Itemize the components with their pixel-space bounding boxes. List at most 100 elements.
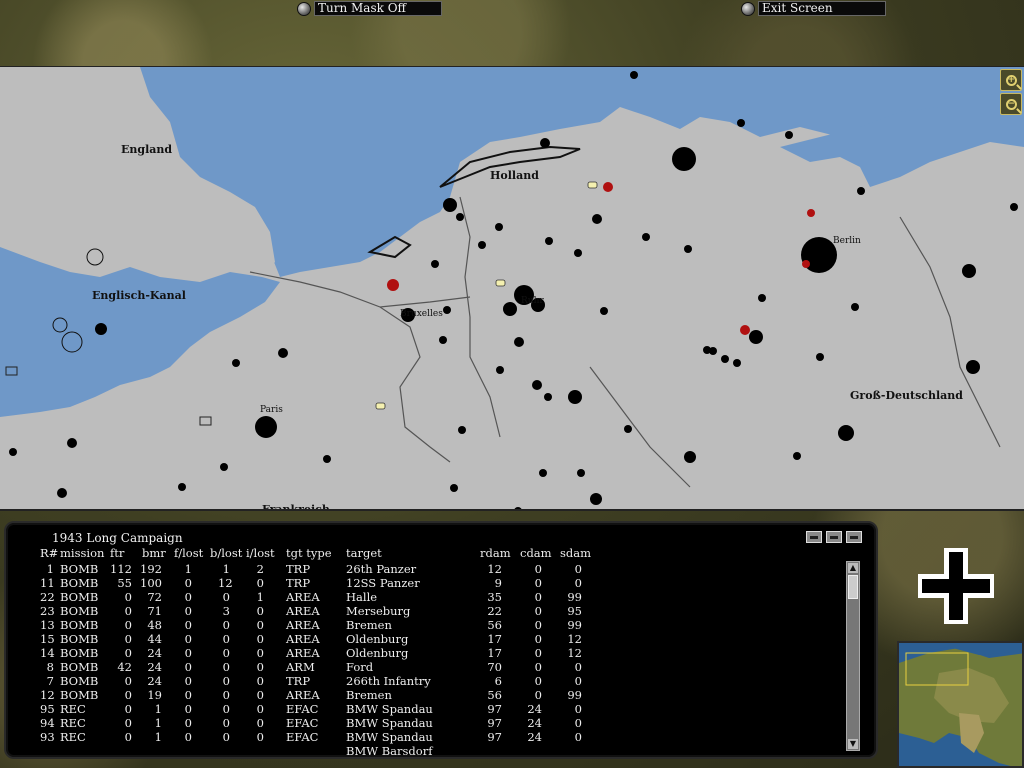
cell-ftr: 0 [124,604,132,618]
cell-flost: 0 [184,576,192,590]
cell-ftr: 55 [117,576,132,590]
cell-target: Oldenburg [346,646,409,660]
cell-rdam: 9 [494,576,502,590]
radio-knob-icon [297,1,311,16]
cell-target: 12SS Panzer [346,576,420,590]
col-header-rnum[interactable]: R# [40,546,58,560]
scroll-thumb[interactable] [848,575,858,599]
col-header-bmr[interactable]: bmr [142,546,166,560]
cell-ilost: 0 [256,660,264,674]
cell-rdam: 97 [487,702,502,716]
cell-r: 7 [46,674,54,688]
cell-blost: 1 [222,562,230,576]
cell-ftr: 0 [124,632,132,646]
cell-ftr: 0 [124,688,132,702]
minimize-button[interactable] [806,531,822,543]
map-label-paris: Paris [260,405,283,415]
cell-r: 15 [40,632,55,646]
cell-bmr: 24 [147,660,162,674]
cell-mission: BOMB [60,674,99,688]
cell-flost: 0 [184,660,192,674]
cell-target: Bremen [346,688,392,702]
cell-mission: REC [60,716,86,730]
zoom-out-button[interactable]: − [1000,93,1022,115]
cell-bmr: 44 [147,632,162,646]
col-header-ilost[interactable]: i/lost [246,546,275,560]
col-header-cdam[interactable]: cdam [520,546,552,560]
cell-target: Merseburg [346,604,411,618]
turn-mask-off-label: Turn Mask Off [314,1,442,16]
strategic-map[interactable]: England Englisch-Kanal Holland Ruhr Pari… [0,66,1024,511]
minimap-terrain [899,643,1022,766]
table-scrollbar[interactable]: ▲ ▼ [846,561,860,751]
cell-type: TRP [286,576,311,590]
cell-bmr: 71 [147,604,162,618]
cell-target: Oldenburg [346,632,409,646]
cell-ftr: 42 [117,660,132,674]
cell-ilost: 0 [256,674,264,688]
cell-blost: 3 [222,604,230,618]
cell-type: AREA [286,604,320,618]
cell-sdam: 99 [567,590,582,604]
cell-cdam: 24 [527,702,542,716]
cell-bmr: 1 [154,702,162,716]
col-header-rdam[interactable]: rdam [480,546,511,560]
cell-target: Bremen [346,618,392,632]
cell-blost: 0 [222,730,230,744]
cell-bmr: 48 [147,618,162,632]
col-header-tgt-type[interactable]: tgt type [286,546,332,560]
scroll-down-icon[interactable]: ▼ [848,739,858,749]
cell-rdam: 56 [487,618,502,632]
map-label-berlin: Berlin [833,236,861,246]
cell-ftr: 0 [124,646,132,660]
exit-screen-label: Exit Screen [758,1,886,16]
cell-r: 12 [40,688,55,702]
cell-rdam: 56 [487,688,502,702]
col-header-sdam[interactable]: sdam [560,546,591,560]
cell-cdam: 0 [534,688,542,702]
cell-cdam: 0 [534,632,542,646]
cell-ftr: 0 [124,702,132,716]
cell-target: BMW Spandau [346,716,433,730]
cell-target: 266th Infantry [346,674,431,688]
cell-sdam: 0 [574,702,582,716]
maximize-button[interactable] [846,531,862,543]
exit-screen-button[interactable]: Exit Screen [741,1,886,16]
col-header-flost[interactable]: f/lost [174,546,203,560]
zoom-in-button[interactable]: + [1000,69,1022,91]
col-header-ftr[interactable]: ftr [110,546,124,560]
cell-sdam: 0 [574,562,582,576]
cell-target: Ford [346,660,374,674]
cell-cdam: 24 [527,730,542,744]
cell-cdam: 0 [534,562,542,576]
col-header-mission[interactable]: mission [60,546,104,560]
cell-flost: 0 [184,590,192,604]
cell-target: BMW Barsdorf [346,744,433,758]
cell-blost: 0 [222,590,230,604]
scroll-up-icon[interactable]: ▲ [848,563,858,573]
cell-cdam: 0 [534,590,542,604]
cell-sdam: 95 [567,604,582,618]
cell-mission: BOMB [60,562,99,576]
cell-bmr: 72 [147,590,162,604]
minimap[interactable] [897,641,1024,768]
cell-mission: BOMB [60,646,99,660]
radio-knob-icon [741,1,755,16]
cell-cdam: 0 [534,576,542,590]
turn-mask-off-button[interactable]: Turn Mask Off [297,1,442,16]
restore-button[interactable] [826,531,842,543]
cell-ftr: 0 [124,716,132,730]
balkenkreuz-icon [918,548,994,624]
zoom-in-icon: + [1005,74,1017,86]
cell-ftr: 112 [110,562,132,576]
cell-rdam: 17 [487,646,502,660]
cell-flost: 0 [184,716,192,730]
col-header-blost[interactable]: b/lost [210,546,242,560]
cell-rdam: 22 [487,604,502,618]
map-label-ruhr: Ruhr [521,296,544,306]
cell-sdam: 0 [574,716,582,730]
cell-ilost: 0 [256,716,264,730]
cell-cdam: 0 [534,604,542,618]
col-header-target[interactable]: target [346,546,382,560]
cell-type: ARM [286,660,315,674]
